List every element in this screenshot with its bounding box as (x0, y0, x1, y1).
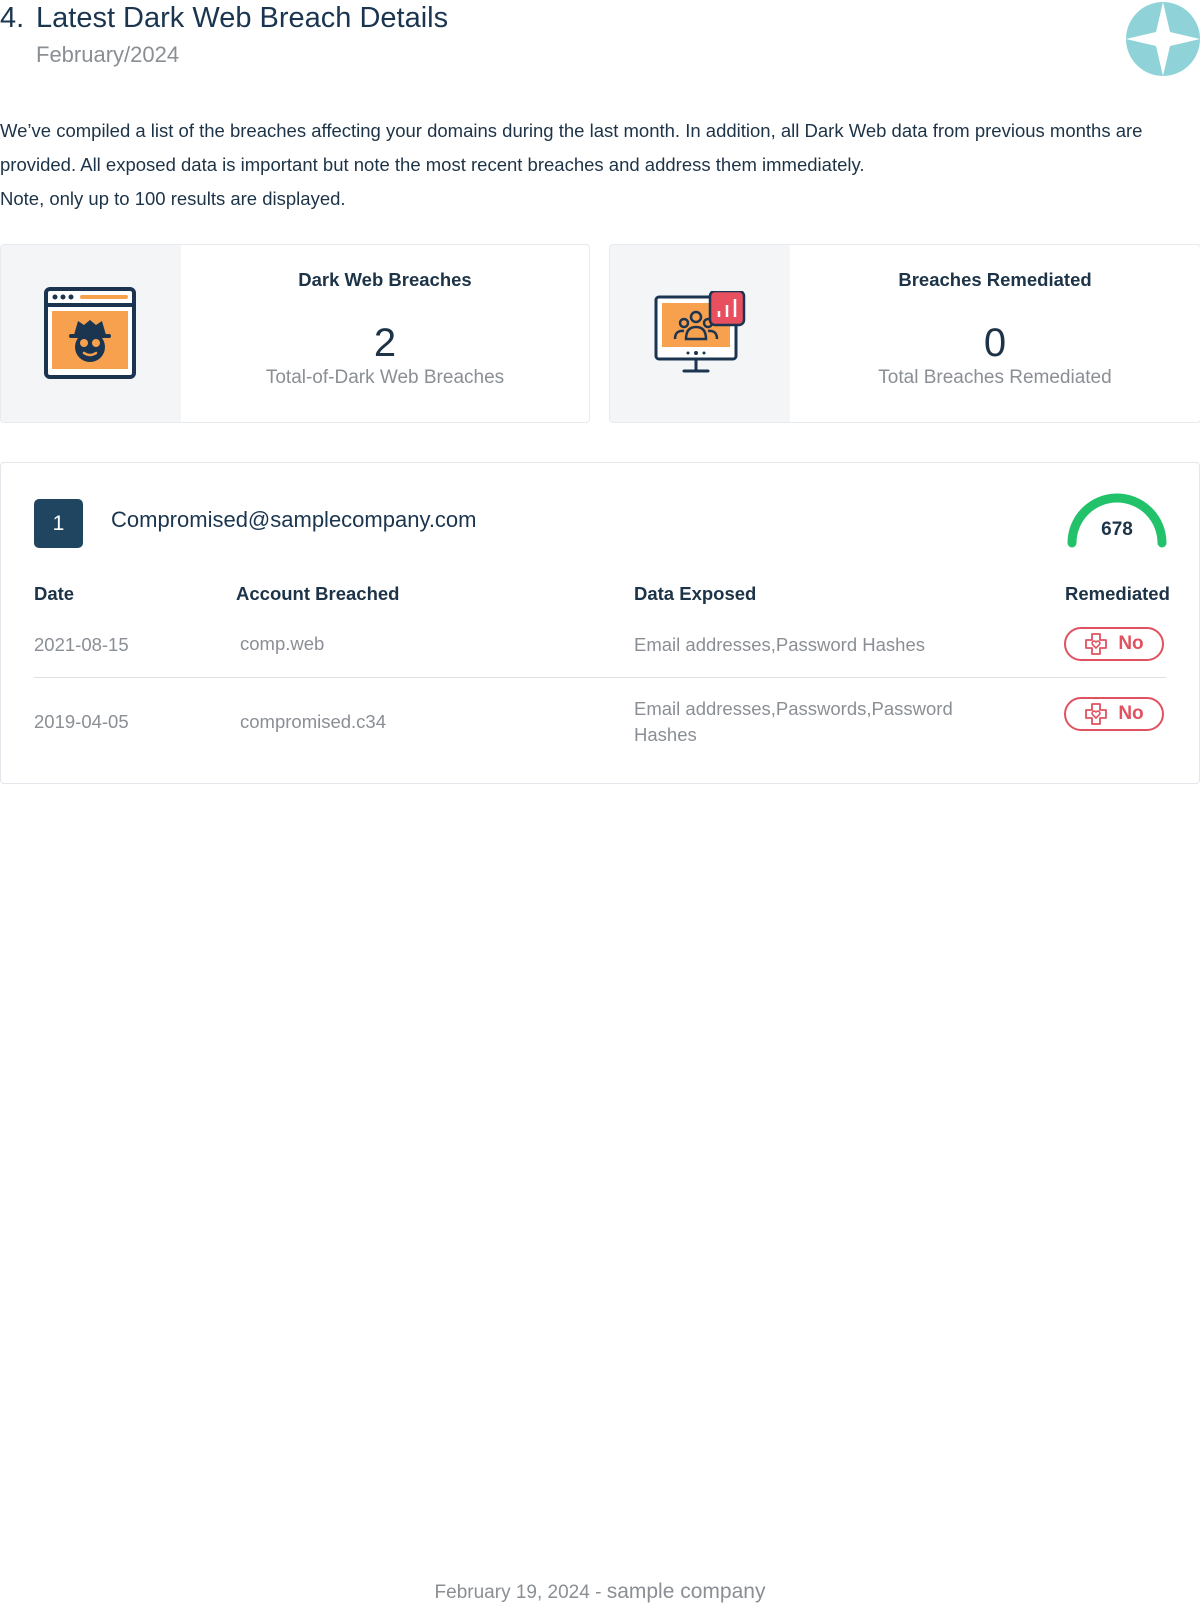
column-header-date: Date (34, 583, 75, 604)
stat-label: Dark Web Breaches (298, 269, 472, 290)
row-divider (34, 677, 1166, 678)
footer-date: February 19, 2024 - (434, 1582, 602, 1603)
remediated-status-label: No (1118, 633, 1144, 654)
stat-card-dark-web-breaches: Dark Web Breaches 2 Total-of-Dark Web Br… (0, 244, 590, 423)
section-number: 4. (0, 2, 25, 34)
column-header-remediated: Remediated (1065, 583, 1170, 604)
remediated-status-badge: No (1064, 627, 1164, 661)
row-date: 2019-04-05 (34, 711, 129, 732)
stat-value: 0 (983, 321, 1007, 365)
row-date: 2021-08-15 (34, 634, 129, 655)
stat-value: 2 (373, 321, 397, 365)
intro-text: We’ve compiled a list of the breaches af… (0, 114, 1200, 216)
page-header: 4. Latest Dark Web Breach Details (0, 2, 448, 35)
row-data-exposed: Email addresses,Password Hashes (634, 634, 925, 655)
compass-star-logo-icon (1126, 2, 1200, 76)
breach-detail-card: 1 Compromised@samplecompany.com 678 Date… (0, 462, 1200, 784)
score-gauge: 678 (1064, 493, 1170, 551)
compromised-email: Compromised@samplecompany.com (111, 507, 477, 532)
row-account: compromised.c34 (240, 711, 387, 732)
row-data-exposed: Email addresses,Passwords,Password Hashe… (634, 698, 953, 745)
stat-label: Breaches Remediated (898, 269, 1092, 290)
team-monitor-chart-icon (654, 291, 746, 373)
stat-card-breaches-remediated: Breaches Remediated 0 Total Breaches Rem… (609, 244, 1200, 423)
intro-note: Note, only up to 100 results are display… (0, 188, 346, 209)
remediated-status-badge: No (1064, 697, 1164, 731)
hacker-browser-icon (44, 287, 136, 379)
page-footer: February 19, 2024 - sample company (0, 1580, 1200, 1604)
breach-index-badge: 1 (34, 499, 83, 548)
stat-icon-panel (610, 245, 790, 422)
row-account: comp.web (240, 633, 325, 654)
stat-caption: Total-of-Dark Web Breaches (265, 367, 505, 388)
footer-company: sample company (606, 1580, 766, 1603)
stat-caption: Total Breaches Remediated (878, 367, 1112, 388)
column-header-account: Account Breached (236, 583, 400, 604)
heart-plus-icon (1085, 633, 1108, 655)
heart-plus-icon (1085, 703, 1108, 725)
stat-icon-panel (1, 245, 181, 422)
score-value: 678 (1101, 519, 1133, 540)
stat-body: Breaches Remediated 0 Total Breaches Rem… (790, 245, 1200, 422)
page-title: Latest Dark Web Breach Details (36, 2, 449, 34)
column-header-data: Data Exposed (634, 583, 757, 604)
remediated-status-label: No (1118, 703, 1144, 724)
stat-body: Dark Web Breaches 2 Total-of-Dark Web Br… (181, 245, 589, 422)
page-subtitle: February/2024 (36, 42, 180, 67)
intro-paragraph: We’ve compiled a list of the breaches af… (0, 120, 1143, 175)
